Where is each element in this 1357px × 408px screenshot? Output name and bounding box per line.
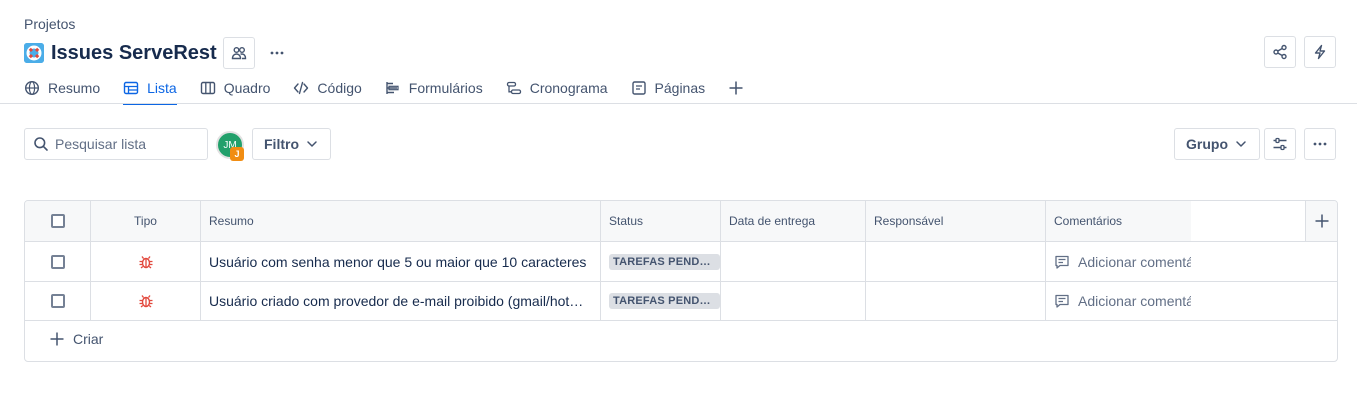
tab-cronograma[interactable]: Cronograma — [506, 76, 608, 100]
add-column-button[interactable] — [1306, 201, 1337, 241]
automation-button[interactable] — [1304, 36, 1336, 68]
page-icon — [631, 81, 646, 95]
share-button[interactable] — [1264, 36, 1296, 68]
row-select-cell — [25, 242, 91, 281]
tab-label: Código — [317, 80, 362, 96]
due-date-cell[interactable] — [721, 282, 866, 320]
page-title: Issues ServeRest — [51, 41, 217, 64]
column-header-tipo[interactable]: Tipo — [91, 201, 201, 241]
board-icon — [200, 81, 215, 95]
row-spacer — [1191, 242, 1306, 281]
tab-paginas[interactable]: Páginas — [631, 76, 706, 100]
row-spacer — [1191, 282, 1306, 320]
tabs-divider — [0, 103, 1357, 104]
create-issue-button[interactable]: Criar — [49, 331, 103, 347]
column-header-data-entrega[interactable]: Data de entrega — [721, 201, 866, 241]
status-cell[interactable]: TAREFAS PENDENTES — [601, 282, 721, 320]
create-label: Criar — [73, 331, 104, 347]
filter-label: Filtro — [264, 136, 299, 152]
comment-icon — [1055, 294, 1069, 308]
tab-label: Páginas — [654, 80, 706, 96]
type-cell — [91, 282, 201, 320]
people-icon — [231, 47, 246, 60]
lifebuoy-icon — [24, 43, 44, 63]
search-input[interactable] — [55, 136, 195, 152]
tab-resumo[interactable]: Resumo — [24, 76, 100, 100]
group-label: Grupo — [1186, 136, 1228, 152]
timeline-icon — [506, 81, 521, 95]
team-button[interactable] — [222, 37, 255, 69]
ellipsis-icon — [1313, 142, 1327, 146]
comment-cell[interactable]: Adicionar comentário — [1046, 242, 1191, 281]
issues-table: Tipo Resumo Status Data de entrega Respo… — [24, 200, 1338, 362]
tab-label: Cronograma — [529, 80, 608, 96]
more-options-button[interactable] — [1304, 128, 1336, 160]
header-spacer — [1191, 201, 1306, 241]
chevron-down-icon — [307, 141, 317, 147]
table-row[interactable]: Usuário com senha menor que 5 ou maior q… — [25, 242, 1337, 282]
column-header-status[interactable]: Status — [601, 201, 721, 241]
share-icon — [1273, 44, 1287, 60]
column-header-comentarios[interactable]: Comentários — [1046, 201, 1191, 241]
issue-summary[interactable]: Usuário com senha menor que 5 ou maior q… — [209, 254, 586, 270]
column-header-responsavel[interactable]: Responsável — [866, 201, 1046, 241]
table-row[interactable]: Usuário criado com provedor de e-mail pr… — [25, 282, 1337, 321]
add-comment-label[interactable]: Adicionar comentário — [1078, 254, 1191, 270]
tab-lista[interactable]: Lista — [123, 76, 177, 105]
form-icon — [386, 82, 399, 94]
tab-quadro[interactable]: Quadro — [200, 76, 271, 100]
bug-icon — [139, 295, 152, 308]
status-cell[interactable]: TAREFAS PENDENTES — [601, 242, 721, 281]
avatar-badge: J — [230, 147, 244, 161]
column-header-resumo[interactable]: Resumo — [201, 201, 601, 241]
tab-label: Lista — [147, 80, 177, 96]
resumo-cell[interactable]: Usuário com senha menor que 5 ou maior q… — [201, 242, 601, 281]
project-header: Issues ServeRest — [24, 37, 293, 69]
resumo-cell[interactable]: Usuário criado com provedor de e-mail pr… — [201, 282, 601, 320]
comment-icon — [1055, 255, 1069, 269]
plus-icon — [50, 332, 64, 346]
due-date-cell[interactable] — [721, 242, 866, 281]
code-icon — [294, 81, 309, 95]
status-badge[interactable]: TAREFAS PENDENTES — [609, 293, 720, 309]
bug-icon — [139, 255, 152, 268]
plus-icon — [729, 81, 743, 95]
filter-button[interactable]: Filtro — [252, 128, 331, 160]
tab-formularios[interactable]: Formulários — [385, 76, 483, 100]
row-select-cell — [25, 282, 91, 320]
view-settings-button[interactable] — [1264, 128, 1296, 160]
add-comment-label[interactable]: Adicionar comentário — [1078, 293, 1191, 309]
row-checkbox[interactable] — [50, 294, 65, 308]
type-cell — [91, 242, 201, 281]
search-field[interactable] — [24, 128, 208, 160]
group-button[interactable]: Grupo — [1174, 128, 1260, 160]
lightning-icon — [1314, 44, 1326, 60]
issue-summary[interactable]: Usuário criado com provedor de e-mail pr… — [209, 293, 593, 309]
project-tabs: Resumo Lista Quadro Código Formulários C… — [24, 76, 744, 105]
select-all-checkbox[interactable] — [50, 214, 65, 228]
select-all-cell — [25, 201, 91, 241]
globe-icon — [24, 80, 40, 96]
list-table-icon — [123, 81, 139, 95]
row-checkbox[interactable] — [50, 254, 65, 269]
status-badge[interactable]: TAREFAS PENDENTES — [609, 253, 720, 270]
chevron-down-icon — [1236, 141, 1246, 147]
tab-label: Resumo — [48, 80, 101, 96]
plus-icon — [1315, 214, 1328, 228]
add-tab-button[interactable] — [728, 76, 744, 100]
tab-codigo[interactable]: Código — [293, 76, 362, 100]
more-actions-button[interactable] — [261, 37, 293, 69]
breadcrumb[interactable]: Projetos — [24, 16, 75, 32]
comment-cell[interactable]: Adicionar comentário — [1046, 282, 1191, 320]
tab-label: Formulários — [408, 80, 483, 96]
assignee-cell[interactable] — [866, 242, 1046, 281]
tab-label: Quadro — [223, 80, 271, 96]
assignee-cell[interactable] — [866, 282, 1046, 320]
table-header: Tipo Resumo Status Data de entrega Respo… — [25, 201, 1337, 242]
ellipsis-icon — [270, 51, 284, 55]
search-icon — [34, 137, 48, 151]
sliders-icon — [1273, 137, 1287, 151]
